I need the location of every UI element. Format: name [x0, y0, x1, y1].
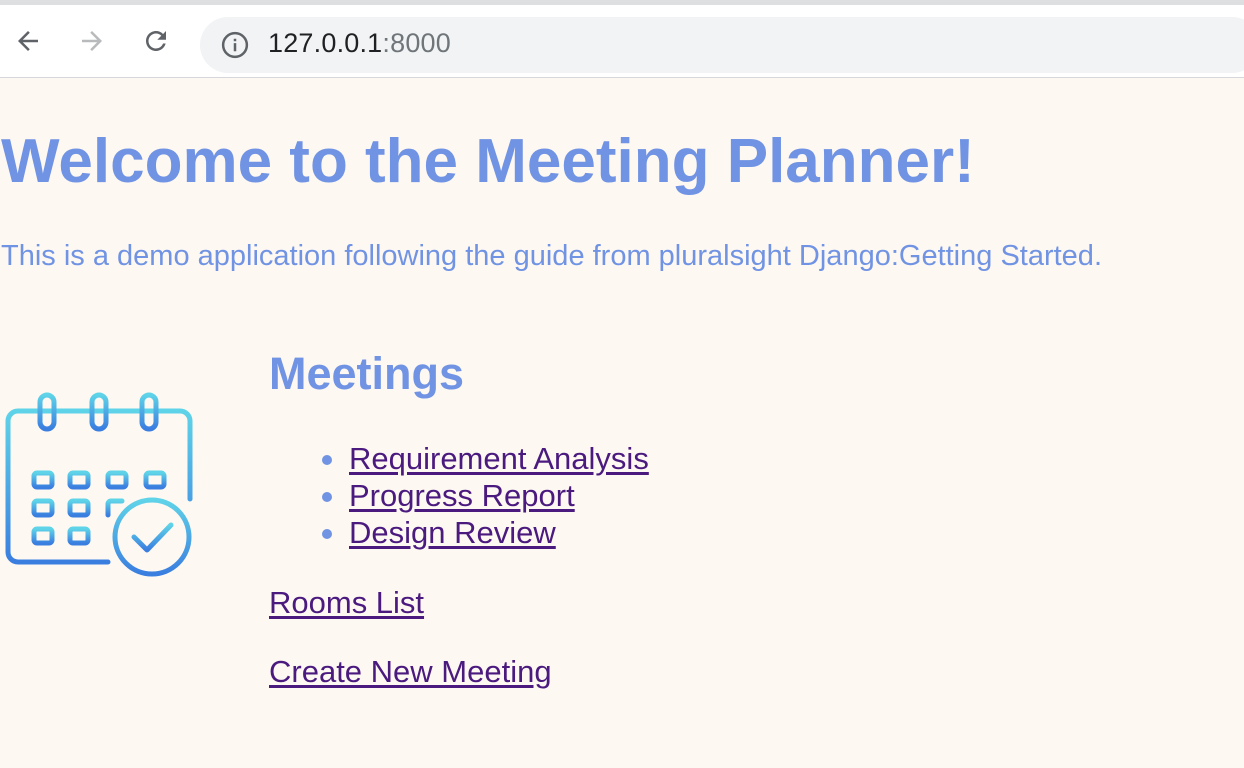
url-host: 127.0.0.1: [268, 28, 383, 58]
page-content: Welcome to the Meeting Planner! This is …: [0, 78, 1244, 768]
arrow-right-icon: [82, 31, 102, 51]
meetings-list: Requirement Analysis Progress Report Des…: [322, 440, 649, 551]
reload-button[interactable]: [136, 21, 176, 61]
list-item: Design Review: [322, 514, 649, 551]
meeting-link-progress-report[interactable]: Progress Report: [349, 478, 575, 513]
forward-button[interactable]: [72, 21, 112, 61]
page-subtitle: This is a demo application following the…: [1, 240, 1102, 272]
url-port: :8000: [382, 28, 451, 58]
info-icon[interactable]: [220, 30, 250, 60]
address-bar[interactable]: 127.0.0.1:8000: [200, 17, 1244, 73]
list-item: Progress Report: [322, 477, 649, 514]
reload-icon: [146, 31, 166, 51]
rooms-list-link[interactable]: Rooms List: [269, 585, 424, 621]
arrow-left-icon: [18, 31, 38, 51]
calendar-check-icon: [5, 392, 193, 577]
back-button[interactable]: [8, 21, 48, 61]
meetings-heading: Meetings: [269, 348, 465, 399]
meeting-link-design-review[interactable]: Design Review: [349, 515, 556, 550]
meeting-link-requirement-analysis[interactable]: Requirement Analysis: [349, 441, 649, 476]
browser-toolbar: 127.0.0.1:8000: [0, 0, 1244, 78]
list-item: Requirement Analysis: [322, 440, 649, 477]
create-meeting-link[interactable]: Create New Meeting: [269, 654, 552, 690]
url-text[interactable]: 127.0.0.1:8000: [268, 28, 451, 59]
page-title: Welcome to the Meeting Planner!: [1, 127, 975, 196]
